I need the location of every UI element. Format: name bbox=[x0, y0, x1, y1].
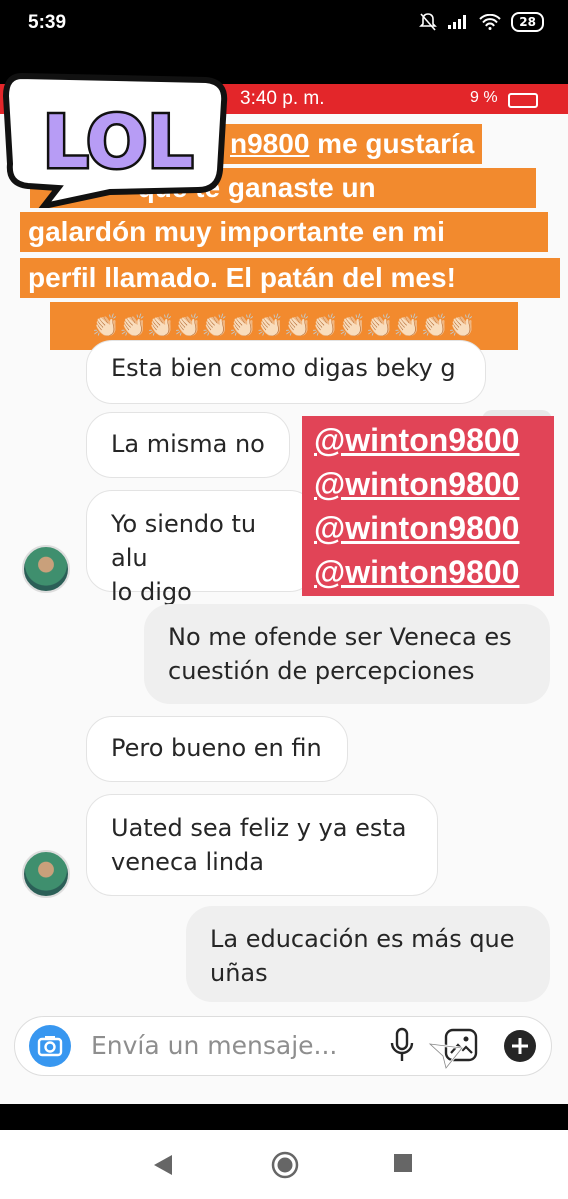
message-bubble: La misma no bbox=[86, 412, 290, 478]
mention-tag[interactable]: @winton9800 bbox=[302, 418, 554, 462]
camera-icon bbox=[37, 1036, 63, 1057]
message-line: cuestión de percepciones bbox=[168, 657, 475, 685]
screenshot-time: 3:40 p. m. bbox=[240, 88, 325, 109]
message-line: uñas bbox=[210, 959, 268, 987]
battery-indicator: 28 bbox=[511, 12, 544, 32]
mention-tag[interactable]: @winton9800 bbox=[302, 506, 554, 550]
message-bubble-mine: No me ofende ser Veneca es cuestión de p… bbox=[144, 604, 550, 704]
mention-tag[interactable]: @winton9800 bbox=[302, 550, 554, 594]
caption-line-1: n9800 me gustaría bbox=[222, 124, 483, 164]
status-bar: 5:39 28 bbox=[0, 0, 568, 48]
signal-icon bbox=[448, 15, 467, 29]
caption-line-4: perfil llamado. El patán del mes! bbox=[20, 258, 560, 298]
mention-stack: @winton9800 @winton9800 @winton9800 @win… bbox=[302, 416, 554, 596]
message-input[interactable]: Envía un mensaje... bbox=[91, 1031, 337, 1060]
avatar[interactable] bbox=[22, 850, 70, 898]
message-line: Uated sea feliz y ya esta bbox=[111, 814, 407, 842]
caption-line-3: galardón muy importante en mi bbox=[20, 212, 548, 252]
recents-icon[interactable] bbox=[392, 1152, 414, 1174]
navigation-bar bbox=[0, 1130, 568, 1199]
mute-bell-icon bbox=[419, 13, 438, 31]
wifi-icon bbox=[479, 14, 502, 30]
message-bubble: Yo siendo tu alu lo digo bbox=[86, 490, 316, 606]
screenshot-battery: 9 % bbox=[470, 89, 498, 106]
message-bubble: Esta bien como digas beky g bbox=[86, 340, 486, 404]
status-icons: 28 bbox=[419, 12, 544, 32]
message-bubble: Pero bueno en fin bbox=[86, 716, 348, 782]
message-line: La educación es más que bbox=[210, 925, 515, 953]
message-input-bar: Envía un mensaje... bbox=[14, 1016, 552, 1076]
back-icon[interactable] bbox=[150, 1152, 176, 1178]
status-time: 5:39 bbox=[28, 12, 67, 33]
message-bubble: Uated sea feliz y ya esta veneca linda bbox=[86, 794, 438, 896]
message-line: Yo siendo tu alu bbox=[111, 510, 257, 572]
send-icon[interactable] bbox=[428, 1034, 464, 1074]
message-bubble-mine: La educación es más que uñas bbox=[186, 906, 550, 1002]
add-icon[interactable] bbox=[503, 1029, 537, 1063]
camera-button[interactable] bbox=[29, 1025, 71, 1067]
lol-sticker: LOL bbox=[2, 72, 228, 208]
avatar[interactable] bbox=[22, 545, 70, 593]
mention-tag[interactable]: @winton9800 bbox=[302, 462, 554, 506]
message-line: No me ofende ser Veneca es bbox=[168, 623, 512, 651]
screenshot-battery-icon bbox=[508, 93, 538, 108]
sticker-text: LOL bbox=[43, 100, 193, 184]
microphone-icon[interactable] bbox=[389, 1027, 415, 1065]
home-icon[interactable] bbox=[270, 1150, 300, 1180]
message-line: veneca linda bbox=[111, 848, 264, 876]
